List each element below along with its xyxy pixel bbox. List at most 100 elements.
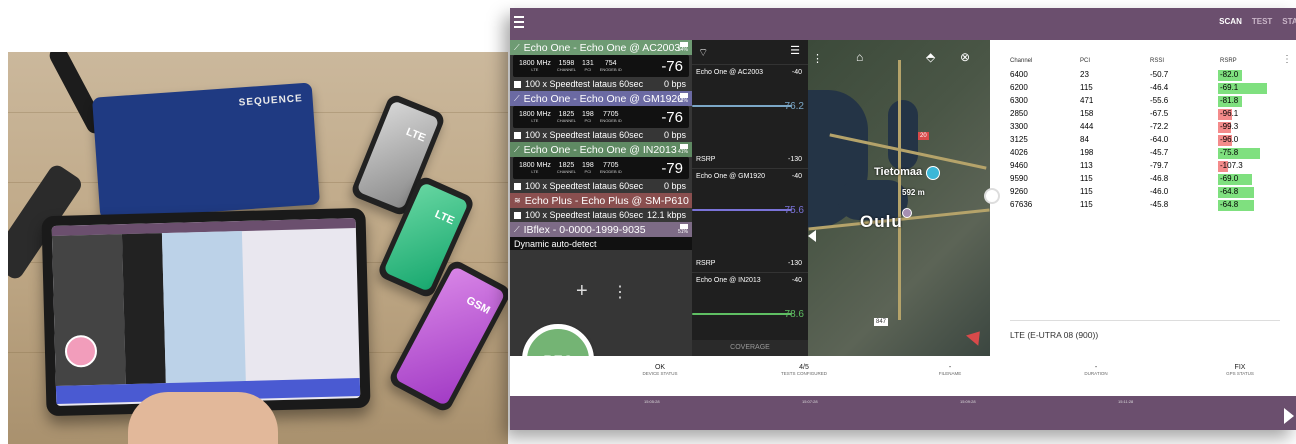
test-rate: 0 bps [663, 130, 686, 140]
col-rsrp: RSRP [1220, 58, 1237, 64]
layers-icon[interactable]: ⬘ [926, 50, 935, 64]
checkbox-icon[interactable] [514, 80, 521, 88]
table-row[interactable]: 6400 23 -50.7 -82.0 [1010, 70, 1290, 81]
rsrp-graphs: ⌔ ☰ Echo One @ AC2003 -40 -76.2 RSRP -130 Ech… [692, 40, 808, 371]
table-row[interactable]: 3125 84 -64.0 -96.0 [1010, 135, 1290, 146]
timeline-label: 15:09:28 [960, 399, 976, 404]
freq-value: 1800 MHz [519, 60, 551, 67]
enodeb-label: ENODEB ID [599, 118, 622, 123]
table-header: Channel PCI RSSI RSRP [1010, 58, 1290, 64]
modem-label: SEQUENCE [238, 93, 304, 109]
tune-icon[interactable]: ☰ [790, 44, 800, 57]
test-row[interactable]: 100 x Speedtest lataus 60sec 0 bps [510, 77, 692, 91]
menu-icon[interactable] [514, 16, 524, 28]
table-row[interactable]: 2850 158 -67.5 -96.1 [1010, 109, 1290, 120]
tab-test[interactable]: TEST [1252, 17, 1272, 26]
checkbox-icon[interactable] [514, 211, 521, 219]
freq-label: LTE [531, 67, 539, 72]
enodeb-value: 754 [604, 60, 617, 67]
device-title: Echo One - Echo One @ IN2013 [523, 143, 677, 156]
table-row[interactable]: 6200 115 -46.4 -69.1 [1010, 83, 1290, 94]
test-rate: 0 bps [663, 181, 686, 191]
gps-icon[interactable]: ⊗ [960, 50, 970, 64]
battery-icon: 51% [678, 93, 688, 104]
enodeb-value: 7705 [602, 162, 619, 169]
more-icon[interactable]: ⋮ [812, 52, 823, 65]
rsrp-graph[interactable]: Echo One @ AC2003 -40 -76.2 RSRP -130 [692, 64, 808, 167]
enodeb-label: ENODEB ID [599, 67, 622, 72]
checkbox-icon[interactable] [514, 182, 521, 190]
cell-channel: 3300 [1010, 122, 1028, 131]
status-label: DURATION [1084, 371, 1108, 376]
status-tests: 4/5 TESTS CONFIGURED [754, 364, 854, 376]
cell-channel: 6200 [1010, 83, 1028, 92]
device-header[interactable]: ⟋ Echo One - Echo One @ IN2013 41% [510, 142, 692, 157]
cell-rsrp: -96.0 [1220, 135, 1239, 144]
compass-icon[interactable] [966, 326, 986, 346]
hand [128, 392, 278, 444]
map-view[interactable]: ⋮ ⌂ ⬘ ⊗ Tietomaa 592 m Oulu 20 847 [808, 40, 990, 356]
collapse-left-icon[interactable] [808, 230, 816, 242]
device-title: Echo One - Echo One @ GM1920 [523, 92, 684, 105]
table-row[interactable]: 6300 471 -55.6 -81.8 [1010, 96, 1290, 107]
test-row[interactable]: 100 x Speedtest lataus 60sec 0 bps [510, 179, 692, 193]
map-label-city: Oulu [860, 212, 903, 231]
status-label: GPS STATUS [1226, 371, 1254, 376]
cell-pci: 115 [1080, 200, 1093, 209]
table-row[interactable]: 3300 444 -72.2 -99.3 [1010, 122, 1290, 133]
wifi-icon: ⌔ [698, 47, 709, 59]
status-value: FIX [1234, 364, 1246, 371]
col-channel: Channel [1010, 58, 1033, 64]
device-header[interactable]: ≋ Echo Plus - Echo Plus @ SM-P610 [510, 193, 692, 208]
cell-rsrp: -107.3 [1220, 161, 1243, 170]
pci-label: PCI [584, 118, 592, 123]
status-device: OK DEVICE STATUS [610, 364, 710, 376]
location-pin-icon[interactable] [926, 166, 940, 180]
status-filename: - FILENAME [900, 364, 1000, 376]
freq-label: LTE [531, 118, 539, 123]
cell-channel: 3125 [1010, 135, 1028, 144]
device-header[interactable]: ⟋ Echo One - Echo One @ GM1920 51% [510, 91, 692, 106]
home-icon[interactable]: ⌂ [856, 50, 863, 64]
graph-min: -130 [787, 260, 802, 267]
position-marker-icon [902, 208, 912, 218]
pci-value: 198 [582, 162, 594, 169]
table-row[interactable]: 67636 115 -45.8 -64.8 [1010, 200, 1290, 211]
table-row[interactable]: 9460 113 -79.7 -107.3 [1010, 161, 1290, 172]
rsrp-value: -79 [661, 160, 683, 177]
cell-rsrp: -81.8 [1220, 96, 1239, 105]
device-header[interactable]: ⟋ IBflex - 0-0000-1999-9035 51% [510, 222, 692, 237]
device-header[interactable]: ⟋ Echo One - Echo One @ AC2003 54% [510, 40, 692, 55]
status-value: - [948, 364, 952, 371]
checkbox-icon[interactable] [514, 131, 521, 139]
timeline[interactable]: 15:05:28 15:07:28 15:09:28 15:11:28 [510, 396, 1296, 430]
mode-row[interactable]: Dynamic auto-detect [510, 237, 692, 250]
cell-rssi: -50.7 [1150, 70, 1169, 79]
mode-label: Dynamic auto-detect [514, 238, 597, 249]
enodeb-label: ENODEB ID [599, 169, 622, 174]
rsrp-value: -76 [661, 58, 683, 75]
scan-table: ⋮ Channel PCI RSSI RSRP 6400 23 -50.7 -82.0… [984, 40, 1296, 356]
coverage-label[interactable]: COVERAGE [692, 340, 808, 356]
panel-drag-handle[interactable] [984, 188, 1000, 204]
more-icon[interactable]: ⋮ [612, 282, 628, 302]
table-row[interactable]: 9260 115 -46.0 -64.8 [1010, 187, 1290, 198]
graph-value: -76.2 [781, 101, 804, 112]
map-label-poi: Tietomaa [874, 166, 923, 178]
play-icon[interactable] [1284, 408, 1294, 424]
tab-scan[interactable]: SCAN [1219, 17, 1242, 26]
test-label: 100 x Speedtest lataus 60sec [525, 181, 644, 191]
rsrp-graph[interactable]: Echo One @ GM1920 -40 -75.6 RSRP -130 [692, 168, 808, 271]
cell-channel: 9590 [1010, 174, 1028, 183]
test-label: 100 x Speedtest lataus 60sec [525, 130, 644, 140]
add-icon[interactable]: + [576, 280, 588, 303]
cell-rsrp: -99.3 [1220, 122, 1239, 131]
tab-stat[interactable]: STAT [1282, 17, 1296, 26]
table-row[interactable]: 4026 198 -45.7 -75.8 [1010, 148, 1290, 159]
test-row[interactable]: 100 x Speedtest lataus 60sec 0 bps [510, 128, 692, 142]
divider [1010, 320, 1280, 321]
lte-cell-info: 1800 MHz LTE 1825 CHANNEL 198 PCI 7705 ENODEB I… [513, 106, 689, 128]
table-row[interactable]: 9590 115 -46.8 -69.0 [1010, 174, 1290, 185]
cell-pci: 198 [1080, 148, 1094, 157]
test-row[interactable]: 100 x Speedtest lataus 60sec 12.1 kbps [510, 208, 692, 222]
